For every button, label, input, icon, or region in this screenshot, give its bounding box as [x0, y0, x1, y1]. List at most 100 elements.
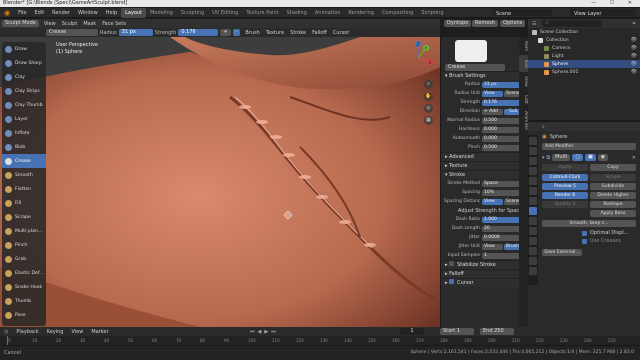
grid-perspective-icon[interactable]: ▦ — [424, 116, 433, 125]
eye-icon[interactable]: 👁 — [631, 69, 637, 75]
keying-menu[interactable]: Keying — [43, 329, 68, 335]
subdivide-button[interactable]: Subdivide — [590, 183, 636, 190]
preview-field[interactable]: Preview 5 — [542, 183, 588, 190]
brush-selector[interactable]: Crease — [46, 29, 98, 36]
end-frame-field[interactable]: End 250 — [480, 328, 514, 335]
workspace-tab-animation[interactable]: Animation — [311, 8, 345, 18]
playback-menu[interactable]: Playback — [12, 329, 42, 335]
tool-draw-sharp[interactable]: Draw Sharp — [2, 56, 46, 70]
tool-layer[interactable]: Layer — [2, 112, 46, 126]
current-frame-field[interactable]: 1 — [400, 328, 424, 335]
workspace-tab-scripting[interactable]: Scripting — [417, 8, 447, 18]
jitter-unit-view-button[interactable]: View — [482, 243, 503, 250]
outliner-item-light[interactable]: Light 👁 — [528, 52, 640, 60]
timeline-view-menu[interactable]: View — [67, 329, 87, 335]
scene-collection-row[interactable]: Scene Collection — [528, 28, 640, 36]
render-tab-icon[interactable] — [529, 147, 537, 155]
menu-face-sets[interactable]: Face Sets — [99, 21, 129, 27]
menu-view[interactable]: View — [41, 21, 59, 27]
tool-fill[interactable]: Fill — [2, 196, 46, 210]
workspace-tab-layout[interactable]: Layout — [121, 7, 147, 18]
workspace-tab-shading[interactable]: Shading — [283, 8, 311, 18]
tool-tab-icon[interactable] — [529, 137, 537, 145]
scene-selector[interactable]: Scene — [492, 9, 552, 17]
eye-icon[interactable]: 👁 — [631, 45, 637, 51]
particles-tab-icon[interactable] — [529, 217, 537, 225]
tool-grab[interactable]: Grab — [2, 252, 46, 266]
filter-icon[interactable]: ⏷ — [632, 21, 636, 27]
outliner-item-collection[interactable]: Collection 👁 — [528, 36, 640, 44]
apply-modifier-button[interactable]: Apply — [542, 164, 588, 171]
texture-menu[interactable]: Texture — [263, 30, 287, 36]
uv-smooth-dropdown[interactable]: Smooth, keep c... — [542, 220, 636, 227]
outliner-type-icon[interactable]: ☰ — [528, 21, 536, 27]
dyntopo-toggle[interactable]: Dyntopo — [444, 20, 472, 27]
stabilize-stroke-checkbox[interactable] — [449, 261, 455, 266]
sidebar-tab-item[interactable]: Item — [519, 37, 528, 55]
mode-selector[interactable]: Sculpt Mode — [2, 20, 39, 27]
workspace-tab-compositing[interactable]: Compositing — [378, 8, 417, 18]
outliner-item-sphere[interactable]: Sphere 👁 — [528, 60, 640, 68]
cursor-checkbox[interactable] — [449, 279, 455, 284]
falloff-menu[interactable]: Falloff — [309, 30, 330, 36]
playhead[interactable] — [7, 336, 8, 345]
workspace-tab-rendering[interactable]: Rendering — [344, 8, 378, 18]
tool-crease[interactable]: Crease — [2, 154, 46, 168]
brush-settings-header[interactable]: ▾ Brush Settings — [441, 71, 528, 80]
sidebar-tab-tool[interactable]: Tool — [519, 55, 528, 72]
falloff-section[interactable]: ▸ Falloff — [441, 269, 528, 278]
menu-window[interactable]: Window — [74, 8, 102, 18]
cursor-section[interactable]: ▸ Cursor — [441, 278, 528, 287]
brush-preview-thumbnail[interactable] — [455, 40, 487, 62]
properties-search-icon[interactable]: ⌕ — [542, 124, 545, 130]
radius-unit-field[interactable]: View — [482, 90, 503, 97]
sidebar-tab-view[interactable]: View — [519, 72, 528, 91]
timeline-editor-icon[interactable]: ◷ — [0, 329, 12, 335]
menu-help[interactable]: Help — [102, 8, 121, 18]
reshape-button[interactable]: Reshape — [590, 201, 636, 208]
tool-elastic-def[interactable]: Elastic Def... — [2, 266, 46, 280]
radius-field[interactable]: 31 px — [118, 29, 153, 36]
apply-base-button[interactable]: Apply Base — [590, 210, 636, 217]
modifier-name-field[interactable]: Multi — [552, 154, 571, 161]
camera-view-icon[interactable]: ◎ — [424, 104, 433, 113]
show-in-editmode-icon[interactable]: ▢ — [572, 154, 584, 161]
quality-field[interactable]: Quality 3 — [542, 201, 588, 208]
tool-thumb[interactable]: Thumb — [2, 294, 46, 308]
texture-tab-icon[interactable] — [529, 267, 537, 275]
scene-tab-icon[interactable] — [529, 177, 537, 185]
stabilize-stroke-section[interactable]: ▸ Stabilize Stroke — [441, 260, 528, 269]
menu-render[interactable]: Render — [48, 8, 74, 18]
object-tab-icon[interactable] — [529, 197, 537, 205]
zoom-icon[interactable]: ⌕ — [424, 80, 433, 89]
cursor-menu[interactable]: Cursor — [330, 30, 352, 36]
direction-add-button[interactable]: + — [220, 29, 231, 36]
catmull-clark-button[interactable]: Catmull-Clark — [542, 174, 588, 181]
menu-sculpt[interactable]: Sculpt — [59, 21, 81, 27]
sidebar-tab-edit[interactable]: Edit — [519, 91, 528, 108]
close-icon[interactable]: ✕ — [632, 155, 636, 161]
menu-mask[interactable]: Mask — [80, 21, 99, 27]
delete-higher-button[interactable]: Delete Higher — [590, 192, 636, 199]
tool-blob[interactable]: Blob — [2, 140, 46, 154]
tool-draw[interactable]: Draw — [2, 42, 46, 56]
tool-pinch[interactable]: Pinch — [2, 238, 46, 252]
window-controls[interactable]: — ☐ ✕ — [591, 0, 638, 7]
tool-clay-strips[interactable]: Clay Strips — [2, 84, 46, 98]
sidebar-tab-animate[interactable]: Animate — [519, 107, 528, 134]
material-tab-icon[interactable] — [529, 257, 537, 265]
eye-icon[interactable]: 👁 — [631, 61, 637, 67]
3d-viewport[interactable] — [0, 37, 440, 327]
workspace-tab-sculpting[interactable]: Sculpting — [177, 8, 208, 18]
marker-menu[interactable]: Marker — [87, 329, 112, 335]
constraints-tab-icon[interactable] — [529, 237, 537, 245]
spacing-distance-view-button[interactable]: View — [482, 198, 503, 205]
tool-smooth[interactable]: Smooth — [2, 168, 46, 182]
outliner-item-camera[interactable]: Camera 👁 — [528, 44, 640, 52]
tool-clay-thumb[interactable]: Clay Thumb — [2, 98, 46, 112]
use-creases-checkbox[interactable] — [582, 238, 587, 244]
strength-field[interactable]: 0.176 — [178, 29, 219, 36]
eye-icon[interactable]: 👁 — [631, 37, 637, 43]
direction-sub-button[interactable]: - — [232, 29, 241, 36]
brush-menu[interactable]: Brush — [242, 30, 262, 36]
